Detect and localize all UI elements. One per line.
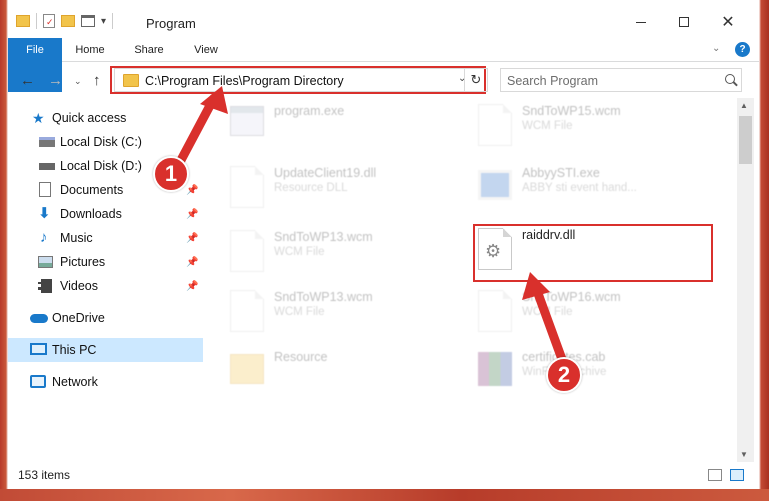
file-icon xyxy=(478,104,512,146)
maximize-icon xyxy=(679,17,689,27)
explorer-window: ✓ ▾ Program ✕ File Home Share View ⌄ ? ←… xyxy=(8,0,759,489)
help-icon[interactable]: ? xyxy=(735,42,750,57)
vertical-scrollbar[interactable]: ▲ ▼ xyxy=(737,98,754,462)
refresh-button[interactable]: ↻ xyxy=(464,68,488,92)
step-1-badge: 1 xyxy=(153,156,189,192)
file-item[interactable]: Resource xyxy=(208,346,438,400)
sidebar-item-this-pc[interactable]: This PC xyxy=(8,338,203,362)
navigation-pane: ★ Quick access Local Disk (C:) Local Dis… xyxy=(8,98,203,462)
status-bar: 153 items xyxy=(8,462,759,489)
cloud-icon xyxy=(30,314,48,323)
maximize-button[interactable] xyxy=(669,12,699,32)
file-item[interactable]: program.exe xyxy=(208,100,438,154)
dll-file-icon xyxy=(230,166,264,208)
sidebar-item-pictures[interactable]: Pictures 📌 xyxy=(8,250,203,274)
file-highlight-box xyxy=(473,224,713,282)
file-icon xyxy=(230,290,264,332)
recent-locations-icon[interactable]: ⌄ xyxy=(74,76,82,87)
address-highlight-box xyxy=(110,66,486,94)
executable-icon xyxy=(230,106,264,136)
file-icon xyxy=(478,290,512,332)
large-icons-view-icon[interactable] xyxy=(730,469,744,481)
drive-icon xyxy=(39,163,55,170)
tab-share[interactable]: Share xyxy=(128,38,170,62)
quick-access-toolbar: ✓ ▾ xyxy=(16,13,114,29)
new-folder-icon[interactable] xyxy=(61,15,75,27)
star-icon: ★ xyxy=(32,110,45,126)
tab-home[interactable]: Home xyxy=(70,38,110,62)
pictures-icon xyxy=(38,256,53,268)
folder-icon xyxy=(230,354,264,384)
toolbar-divider xyxy=(36,13,37,29)
search-input[interactable]: Search Program xyxy=(507,74,598,88)
pin-icon[interactable]: 📌 xyxy=(186,185,198,196)
tab-view[interactable]: View xyxy=(186,38,226,62)
toolbar-divider xyxy=(112,13,114,29)
minimize-icon xyxy=(636,21,646,23)
sidebar-item-local-disk-c[interactable]: Local Disk (C:) xyxy=(8,130,203,154)
pin-icon[interactable]: 📌 xyxy=(186,257,198,268)
sidebar-item-network[interactable]: Network xyxy=(8,370,203,394)
file-item[interactable]: SndToWP13.wcm WCM File xyxy=(208,286,438,340)
archive-icon xyxy=(478,352,512,386)
title-bar: ✓ ▾ Program ✕ xyxy=(8,0,759,38)
file-item[interactable]: AbbyySTI.exe ABBY sti event hand... xyxy=(456,162,686,216)
folder-icon xyxy=(16,15,30,27)
music-icon: ♪ xyxy=(40,229,48,246)
sidebar-item-music[interactable]: ♪ Music 📌 xyxy=(8,226,203,250)
documents-icon xyxy=(39,182,51,197)
file-icon xyxy=(230,230,264,272)
expand-ribbon-icon[interactable]: ⌄ xyxy=(712,43,720,54)
minimize-button[interactable] xyxy=(626,12,656,32)
properties-icon[interactable]: ✓ xyxy=(43,14,55,28)
step-2-badge: 2 xyxy=(546,357,582,393)
up-arrow-icon[interactable]: ↑ xyxy=(93,72,101,89)
scrollbar-thumb[interactable] xyxy=(739,116,752,164)
file-item[interactable]: SndToWP16.wcm WCM File xyxy=(456,286,686,340)
computer-icon xyxy=(30,343,47,355)
ribbon-tabs: File Home Share View ⌄ ? xyxy=(8,38,759,92)
sidebar-item-videos[interactable]: Videos 📌 xyxy=(8,274,203,298)
pin-icon[interactable]: 📌 xyxy=(186,233,198,244)
file-item[interactable]: UpdateClient19.dll Resource DLL xyxy=(208,162,438,216)
download-icon: ⬇ xyxy=(38,205,51,222)
application-icon xyxy=(478,170,512,200)
videos-icon xyxy=(38,279,52,293)
back-arrow-icon[interactable]: ← xyxy=(20,72,35,89)
scroll-down-icon[interactable]: ▼ xyxy=(740,450,748,459)
window-title: Program xyxy=(146,16,196,31)
network-icon xyxy=(30,375,46,388)
refresh-icon: ↻ xyxy=(470,72,482,87)
drive-icon xyxy=(39,137,55,147)
pin-icon[interactable]: 📌 xyxy=(186,209,198,220)
scroll-up-icon[interactable]: ▲ xyxy=(740,101,748,110)
file-item[interactable]: SndToWP15.wcm WCM File xyxy=(456,100,686,154)
sidebar-item-downloads[interactable]: ⬇ Downloads 📌 xyxy=(8,202,203,226)
qat-dropdown-icon[interactable]: ▾ xyxy=(101,16,106,27)
forward-arrow-icon[interactable]: → xyxy=(48,72,63,89)
sidebar-item-quick-access[interactable]: ★ Quick access xyxy=(8,106,203,130)
item-count: 153 items xyxy=(18,468,71,482)
desktop-background xyxy=(0,489,769,501)
search-icon xyxy=(725,74,735,84)
close-icon: ✕ xyxy=(721,14,735,31)
close-button[interactable]: ✕ xyxy=(713,12,743,32)
customize-icon[interactable] xyxy=(81,15,95,27)
details-view-icon[interactable] xyxy=(708,469,722,481)
sidebar-item-onedrive[interactable]: OneDrive xyxy=(8,306,203,330)
search-box[interactable]: Search Program xyxy=(500,68,742,92)
navigation-bar: ← → ⌄ ↑ C:\Program Files\Program Directo… xyxy=(8,62,759,98)
pin-icon[interactable]: 📌 xyxy=(186,281,198,292)
file-item[interactable]: SndToWP13.wcm WCM File xyxy=(208,226,438,280)
